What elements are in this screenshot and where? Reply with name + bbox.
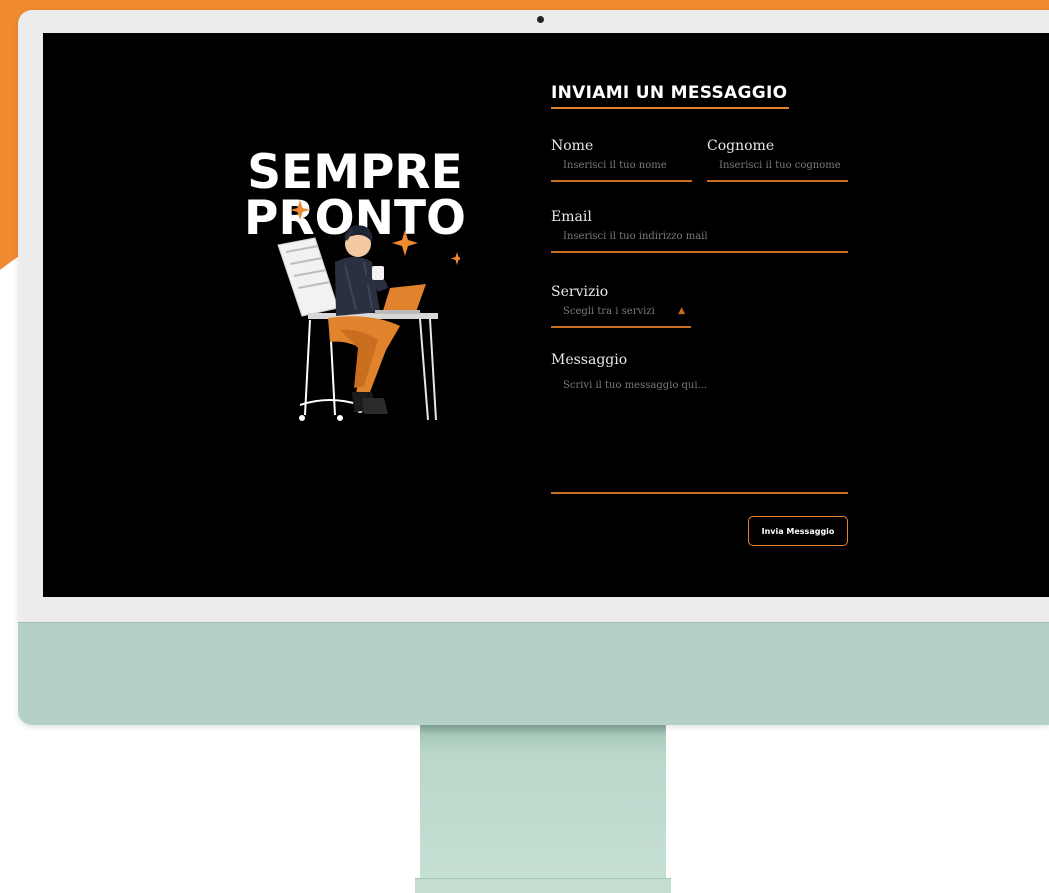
- service-select-value: Scegli tra i servizi: [563, 306, 655, 317]
- monitor-stand-foot: [415, 878, 671, 893]
- monitor: [18, 10, 1049, 725]
- form-title: INVIAMI UN MESSAGGIO: [551, 83, 788, 103]
- person-at-laptop-illustration: [277, 200, 460, 421]
- camera-icon: [537, 16, 544, 23]
- message-label: Messaggio: [551, 352, 628, 368]
- monitor-bezel: [18, 10, 1049, 622]
- email-field[interactable]: Inserisci il tuo indirizzo mail: [551, 231, 848, 253]
- email-label: Email: [551, 209, 592, 225]
- sparkle-icon: [451, 252, 460, 265]
- sparkle-icon: [392, 230, 418, 256]
- message-textarea[interactable]: Scrivi il tuo messaggio qui...: [551, 378, 848, 494]
- last-name-label: Cognome: [707, 138, 775, 154]
- monitor-stand-shadow: [420, 725, 666, 735]
- first-name-field[interactable]: Inserisci il tuo nome: [551, 160, 692, 182]
- last-name-field[interactable]: Inserisci il tuo cognome: [707, 160, 848, 182]
- monitor-stand: [420, 725, 666, 892]
- monitor-screen: [43, 33, 1049, 597]
- chevron-updown-icon: ▲︎: [678, 306, 685, 316]
- monitor-chin-divider: [18, 622, 1049, 623]
- form-title-underline: [551, 107, 789, 109]
- first-name-label: Nome: [551, 138, 594, 154]
- service-label: Servizio: [551, 284, 609, 300]
- send-message-button[interactable]: Invia Messaggio: [748, 516, 848, 546]
- sparkle-icon: [290, 200, 310, 220]
- hero-title-line1: SEMPRE: [247, 145, 463, 200]
- service-select[interactable]: Scegli tra i servizi ▲︎: [551, 306, 691, 328]
